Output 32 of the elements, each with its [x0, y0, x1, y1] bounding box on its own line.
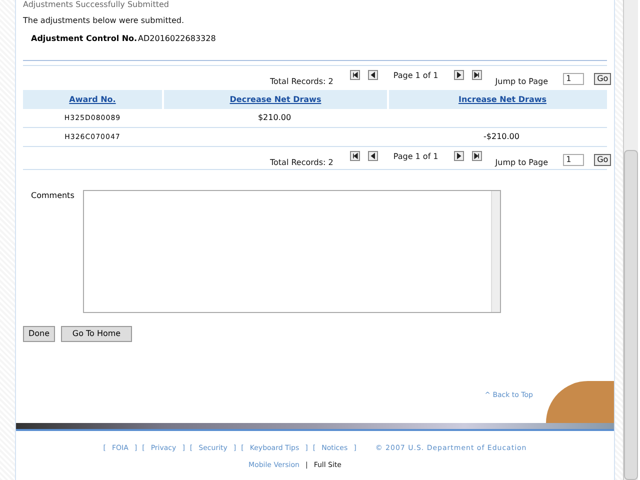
total-records: Total Records: 2: [270, 76, 334, 88]
next-page-icon[interactable]: [454, 70, 464, 80]
previous-page-icon[interactable]: [368, 151, 378, 161]
done-button[interactable]: Done: [23, 326, 55, 342]
go-button[interactable]: Go: [594, 154, 612, 166]
go-button[interactable]: Go: [594, 73, 612, 85]
comments-label: Comments: [31, 190, 76, 202]
column-header-link[interactable]: Increase Net Draws: [458, 94, 547, 106]
total-records: Total Records: 2: [270, 157, 334, 169]
table-cell: $210.00: [258, 113, 292, 122]
control-number-label: Adjustment Control No.: [31, 33, 138, 45]
page-indicator: Page 1 of 1: [393, 70, 438, 82]
last-page-icon[interactable]: [472, 151, 482, 161]
column-header-link[interactable]: Decrease Net Draws: [230, 94, 322, 106]
table-cell: -$210.00: [484, 132, 520, 141]
jump-to-page-field[interactable]: 1: [563, 73, 584, 85]
confirmation-message: The adjustments below were submitted.: [23, 15, 186, 27]
last-page-icon[interactable]: [472, 70, 482, 80]
comments-field[interactable]: [83, 190, 501, 313]
jump-to-page-field[interactable]: 1: [563, 154, 584, 166]
page-heading: Adjustments Successfully Submitted: [23, 0, 170, 10]
jump-label: Jump to Page: [495, 157, 548, 169]
control-number-value: AD2016022683328: [138, 33, 216, 45]
first-page-icon[interactable]: [350, 151, 360, 161]
previous-page-icon[interactable]: [368, 70, 378, 80]
column-header-link[interactable]: Award No.: [69, 94, 116, 106]
photo-placeholder: [546, 381, 614, 423]
first-page-icon[interactable]: [350, 70, 360, 80]
page-indicator: Page 1 of 1: [393, 151, 438, 163]
jump-label: Jump to Page: [495, 76, 548, 88]
home-button[interactable]: Go To Home: [61, 326, 132, 342]
next-page-icon[interactable]: [454, 151, 464, 161]
